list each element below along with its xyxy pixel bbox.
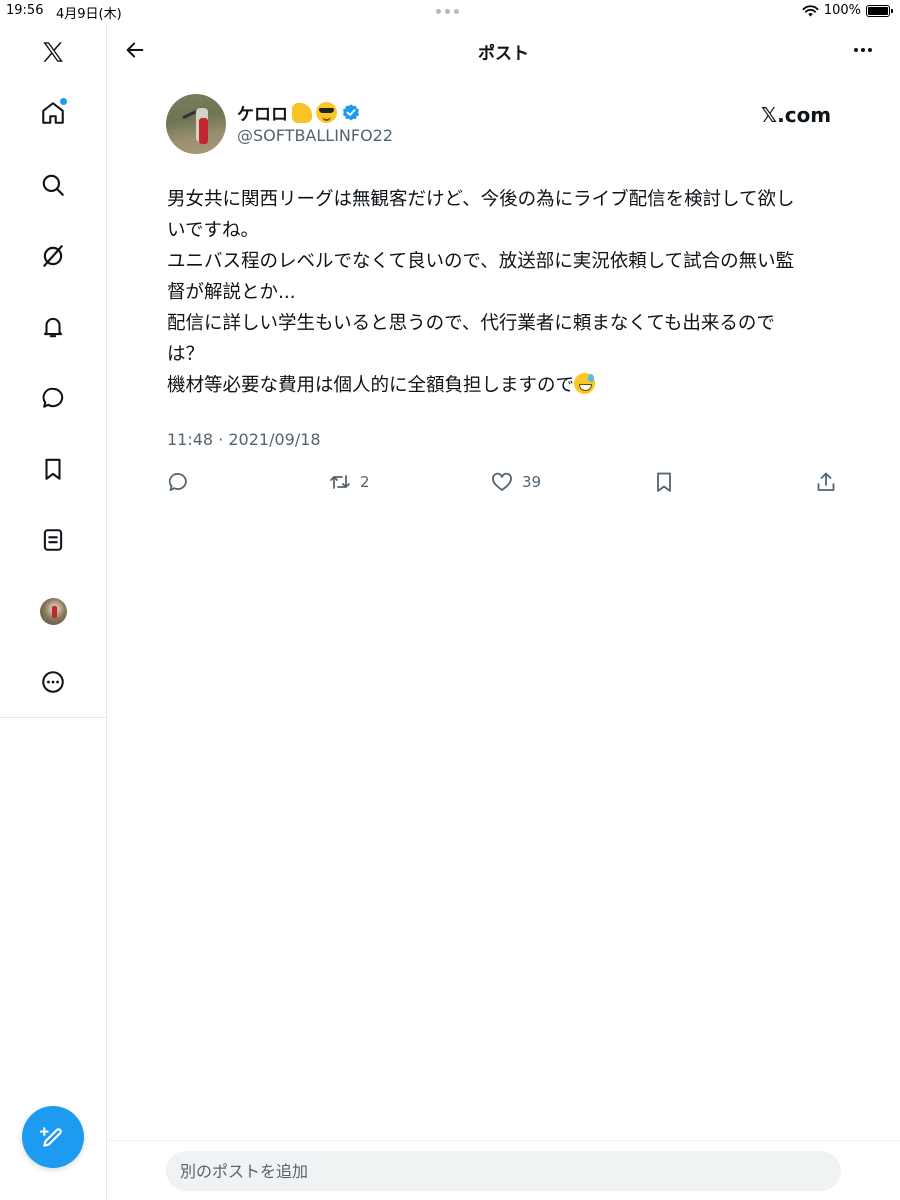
author-name-row[interactable]: ケロロ: [237, 100, 361, 125]
source-label: 𝕏.com: [761, 103, 832, 127]
sweat-smile-emoji-icon: [574, 373, 596, 394]
post-header: ポスト: [107, 24, 900, 76]
notification-dot: [60, 98, 67, 105]
repost-button[interactable]: 2: [328, 470, 370, 494]
bell-icon[interactable]: [37, 311, 69, 343]
profile-avatar[interactable]: [37, 595, 69, 627]
share-button[interactable]: [814, 470, 838, 494]
battery-percent: 100%: [823, 3, 861, 18]
more-horizontal-icon: [854, 48, 872, 52]
tweet-line: 機材等必要な費用は個人的に全額負担しますので: [167, 375, 575, 396]
reply-input[interactable]: [166, 1151, 841, 1191]
page-title: ポスト: [478, 44, 529, 64]
like-button[interactable]: 39: [490, 470, 541, 494]
list-icon[interactable]: [37, 524, 69, 556]
repost-icon: [330, 475, 350, 489]
profile-avatar-image: [39, 597, 67, 625]
like-count: 39: [522, 473, 542, 491]
status-time: 19:56: [6, 3, 44, 18]
battery-level: [868, 6, 888, 15]
grok-icon[interactable]: [37, 240, 69, 272]
tweet-actions: 2 39: [166, 470, 846, 500]
tweet-text: 男女共に関西リーグは無観客だけど、今後の為にライブ配信を検討して欲し いですね。…: [167, 184, 847, 401]
tweet-line: いですね。: [167, 220, 259, 241]
reply-button[interactable]: [166, 470, 198, 494]
bookmark-icon[interactable]: [37, 453, 69, 485]
sidebar: [0, 24, 107, 718]
tweet-line: 督が解説とか...: [167, 282, 296, 303]
search-icon[interactable]: [37, 169, 69, 201]
tweet-timestamp[interactable]: 11:48 · 2021/09/18: [167, 430, 321, 449]
author-handle[interactable]: @SOFTBALLINFO22: [237, 126, 393, 145]
sidebar-divider: [106, 718, 107, 1200]
bookmark-button[interactable]: [652, 470, 676, 494]
share-icon: [817, 472, 835, 491]
sunglasses-emoji-icon: [316, 102, 337, 123]
compose-icon: [40, 1127, 62, 1147]
tweet-line: ユニバス程のレベルでなくて良いので、放送部に実況依頼して試合の無い監: [167, 251, 795, 272]
heart-icon: [492, 472, 512, 491]
home-icon[interactable]: [37, 97, 69, 129]
message-icon[interactable]: [37, 382, 69, 414]
flexed-biceps-emoji-icon: [292, 102, 312, 123]
author-avatar[interactable]: [166, 94, 226, 154]
multitasking-dots-icon[interactable]: [436, 9, 459, 14]
tweet-line: 男女共に関西リーグは無観客だけど、今後の為にライブ配信を検討して欲し: [167, 189, 795, 210]
tweet-line: は？: [167, 344, 205, 365]
compose-button[interactable]: [22, 1106, 84, 1168]
status-right: 100%: [802, 3, 893, 18]
reply-divider: [107, 1140, 900, 1141]
wifi-icon: [802, 5, 819, 17]
reply-icon: [168, 473, 187, 491]
tweet-line: 配信に詳しい学生もいると思うので、代行業者に頼まなくても出来るので: [167, 313, 775, 334]
verified-badge-icon[interactable]: [341, 103, 361, 123]
status-date: 4月9日(木): [56, 7, 122, 22]
bookmark-icon: [657, 472, 671, 492]
more-circle-icon[interactable]: [37, 666, 69, 698]
x-logo-icon[interactable]: [37, 36, 69, 68]
repost-count: 2: [360, 473, 370, 491]
status-bar: 19:56 4月9日(木) 100%: [0, 0, 900, 24]
battery-icon: [866, 4, 893, 17]
author-display-name: ケロロ: [237, 105, 288, 125]
more-options-button[interactable]: [848, 36, 878, 64]
tweet-line-last: 機材等必要な費用は個人的に全額負担しますので: [167, 370, 847, 401]
